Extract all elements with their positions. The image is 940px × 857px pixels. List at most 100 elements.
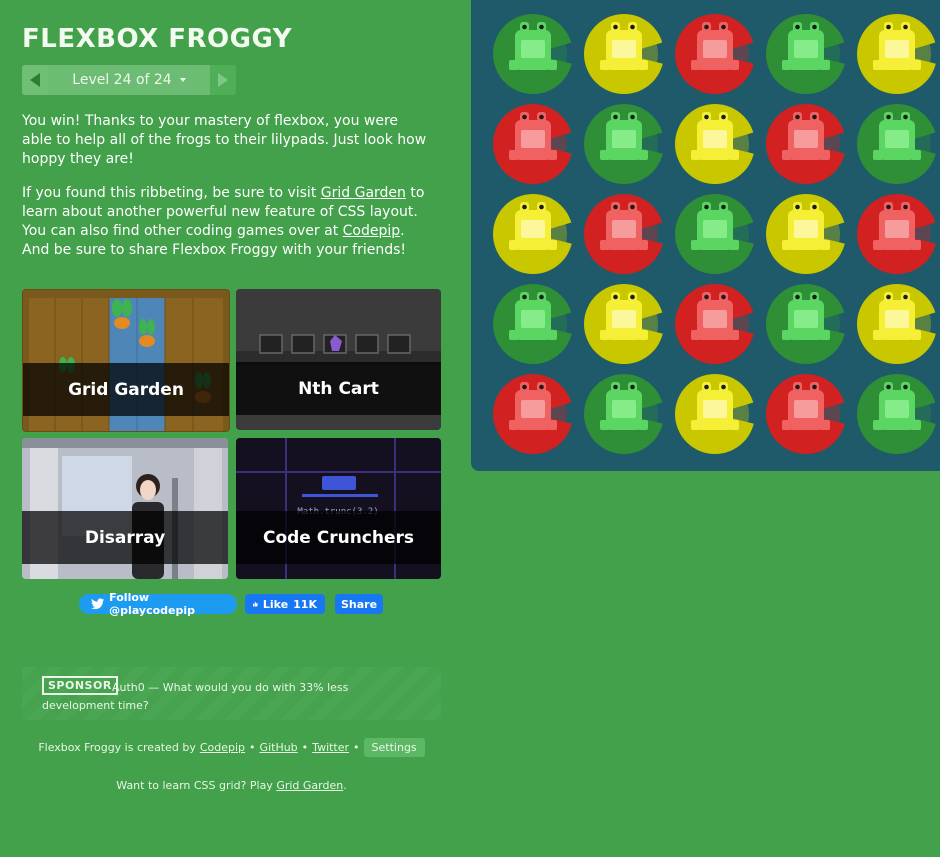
frog-on-lilypad: [766, 104, 846, 184]
like-label: Like: [262, 597, 289, 611]
grid-garden-link[interactable]: Grid Garden: [321, 185, 406, 201]
sponsor-box: Auth0 — What would you do with 33% less …: [22, 667, 441, 720]
level-dropdown[interactable]: Level 24 of 24: [48, 65, 210, 95]
disarray-card[interactable]: Disarray: [22, 438, 228, 579]
pond: [493, 14, 937, 454]
footer-grid-garden-link[interactable]: Grid Garden: [276, 779, 343, 792]
footer-github-link[interactable]: GitHub: [260, 741, 298, 754]
frog-belly: [521, 400, 545, 418]
frog-eye: [613, 204, 618, 210]
level-navigation: Level 24 of 24: [22, 65, 236, 95]
frog-belly: [703, 130, 727, 148]
frog-belly: [794, 310, 818, 328]
settings-button[interactable]: Settings: [363, 738, 425, 757]
frog-belly: [521, 40, 545, 58]
frog-on-lilypad: [675, 104, 755, 184]
frog-leg: [820, 150, 830, 160]
frog-eye: [812, 24, 817, 30]
previous-level-button[interactable]: [22, 65, 48, 95]
frog-belly: [703, 220, 727, 238]
social-buttons: Follow @playcodepip Like 11K Share: [79, 591, 383, 617]
like-count: 11K: [293, 597, 317, 611]
facebook-like-button[interactable]: Like 11K: [245, 594, 325, 614]
twitter-follow-button[interactable]: Follow @playcodepip: [79, 591, 237, 617]
frog-eye: [886, 114, 891, 120]
frog-leg: [911, 240, 921, 250]
frog-leg: [509, 60, 519, 70]
frog-eye: [539, 114, 544, 120]
frog-eye: [721, 114, 726, 120]
frog-eye: [903, 114, 908, 120]
frog-eye: [721, 204, 726, 210]
frog-on-lilypad: [857, 14, 937, 94]
frog-leg: [600, 60, 610, 70]
frog-leg: [691, 420, 701, 430]
frog-leg: [782, 150, 792, 160]
frog-eye: [704, 114, 709, 120]
caret-down-icon: [179, 78, 186, 82]
frog-eye: [522, 294, 527, 300]
frog-eye: [522, 384, 527, 390]
footer-twitter-link[interactable]: Twitter: [312, 741, 349, 754]
frog-eye: [795, 204, 800, 210]
frog-on-lilypad: [857, 194, 937, 274]
frog-eye: [812, 204, 817, 210]
frog-on-lilypad: [584, 104, 664, 184]
frog-eye: [795, 24, 800, 30]
frog-on-lilypad: [675, 284, 755, 364]
frog-eye: [886, 384, 891, 390]
frog-on-lilypad: [675, 194, 755, 274]
frog-leg: [911, 330, 921, 340]
frog-eye: [812, 294, 817, 300]
frog-eye: [630, 384, 635, 390]
frog-leg: [509, 150, 519, 160]
frog-eye: [795, 384, 800, 390]
facebook-share-button[interactable]: Share: [335, 594, 383, 614]
frog-leg: [782, 60, 792, 70]
frog-eye: [903, 294, 908, 300]
frog-belly: [703, 40, 727, 58]
footer-grid-suffix: .: [343, 779, 347, 792]
frog-on-lilypad: [675, 374, 755, 454]
frog-belly: [521, 310, 545, 328]
frog-eye: [886, 204, 891, 210]
codepip-link[interactable]: Codepip: [343, 223, 401, 239]
footer-grid-promo: Want to learn CSS grid? Play Grid Garden…: [22, 779, 441, 792]
code-crunchers-card[interactable]: Math.trunc(3.2) Code Crunchers: [236, 438, 441, 579]
promo-text: If you found this ribbeting, be sure to …: [22, 185, 321, 201]
frog-on-lilypad: [584, 194, 664, 274]
frog-belly: [612, 400, 636, 418]
frog-eye: [795, 114, 800, 120]
next-level-button[interactable]: [210, 65, 236, 95]
frog-leg: [820, 330, 830, 340]
frog-leg: [509, 420, 519, 430]
frog-leg: [691, 150, 701, 160]
nth-cart-card[interactable]: Nth Cart: [236, 289, 441, 430]
frog-eye: [721, 24, 726, 30]
frog-on-lilypad: [493, 374, 573, 454]
frog-leg: [691, 330, 701, 340]
sponsor-badge: SPONSOR: [42, 676, 118, 695]
frog-eye: [539, 204, 544, 210]
frog-leg: [600, 420, 610, 430]
frog-on-lilypad: [493, 14, 573, 94]
footer-separator: •: [353, 741, 360, 754]
disarray-label: Disarray: [22, 511, 228, 564]
footer-codepip-link[interactable]: Codepip: [200, 741, 245, 754]
frog-eye: [704, 294, 709, 300]
frog-leg: [729, 330, 739, 340]
frog-leg: [729, 240, 739, 250]
frog-on-lilypad: [857, 104, 937, 184]
frog-belly: [612, 130, 636, 148]
frog-eye: [630, 204, 635, 210]
frog-eye: [539, 24, 544, 30]
game-board: [471, 0, 940, 471]
frog-on-lilypad: [493, 104, 573, 184]
frog-on-lilypad: [493, 284, 573, 364]
grid-garden-card[interactable]: Grid Garden: [22, 289, 230, 432]
frog-belly: [703, 400, 727, 418]
frog-eye: [613, 294, 618, 300]
frog-eye: [613, 384, 618, 390]
frog-on-lilypad: [493, 194, 573, 274]
twitter-bird-icon: [91, 598, 105, 610]
